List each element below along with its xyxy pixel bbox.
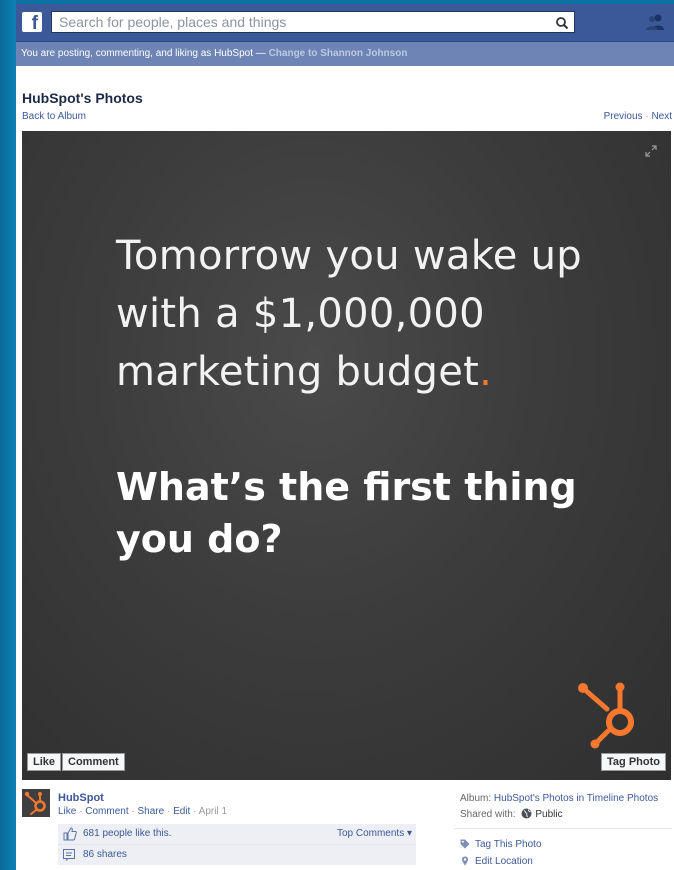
pagination-separator: ·: [645, 111, 649, 122]
tag-this-photo-label: Tag This Photo: [475, 839, 542, 850]
photo-text-headline: Tomorrow you wake up with a $1,000,000 m…: [116, 227, 596, 401]
next-link[interactable]: Next: [651, 111, 672, 122]
thumbs-up-icon: [63, 827, 77, 841]
window-frame-left: [0, 0, 16, 870]
poster-name-link[interactable]: HubSpot: [58, 792, 104, 804]
album-link[interactable]: HubSpot's Photos in Timeline Photos: [494, 793, 658, 804]
tag-icon: [460, 839, 470, 849]
album-label: Album:: [460, 793, 494, 804]
facebook-logo-icon[interactable]: f: [22, 12, 42, 32]
share-icon: [63, 849, 75, 861]
album-info: Album: HubSpot's Photos in Timeline Phot…: [460, 793, 658, 804]
photo-pagination: Previous · Next: [604, 111, 672, 122]
fullscreen-expand-icon[interactable]: [645, 145, 657, 157]
friend-requests-icon[interactable]: [644, 13, 666, 31]
shares-count-link[interactable]: 86 shares: [83, 849, 127, 860]
post-edit-link[interactable]: Edit: [173, 806, 190, 817]
post-share-link[interactable]: Share: [138, 806, 165, 817]
facebook-page: f You are posting, commenting, and likin…: [16, 4, 674, 870]
search-input[interactable]: [52, 12, 539, 32]
hubspot-avatar[interactable]: [22, 789, 50, 817]
photo-stage[interactable]: Tomorrow you wake up with a $1,000,000 m…: [22, 131, 671, 780]
previous-link[interactable]: Previous: [604, 111, 643, 122]
photo-headline-text: Tomorrow you wake up with a $1,000,000 m…: [116, 233, 582, 395]
search-icon[interactable]: [554, 15, 570, 31]
shares-summary: 86 shares: [58, 845, 416, 865]
post-like-link[interactable]: Like: [58, 806, 76, 817]
action-separator: ·: [128, 806, 138, 817]
likes-count-link[interactable]: 681 people like this.: [83, 828, 171, 839]
likes-summary: 681 people like this. Top Comments ▾: [58, 824, 416, 845]
post-actions: Like · Comment · Share · Edit · April 1: [58, 806, 227, 817]
top-comments-dropdown[interactable]: Top Comments ▾: [337, 828, 412, 839]
search-box[interactable]: [51, 11, 575, 33]
top-bluebar: f: [16, 4, 674, 42]
action-separator: ·: [164, 806, 174, 817]
post-comment-link[interactable]: Comment: [85, 806, 128, 817]
action-separator: ·: [190, 806, 199, 817]
photo-like-button[interactable]: Like: [27, 753, 62, 771]
hubspot-sprocket-logo-icon: [578, 682, 634, 749]
photo-text-question: What’s the first thing you do?: [116, 465, 577, 561]
action-separator: ·: [76, 806, 86, 817]
photo-headline-period: .: [479, 349, 493, 395]
acting-as-text: You are posting, commenting, and liking …: [21, 48, 269, 59]
switch-user-link[interactable]: Change to Shannon Johnson: [269, 48, 408, 59]
tag-this-photo-link[interactable]: Tag This Photo: [460, 839, 542, 850]
location-pin-icon: [462, 856, 468, 866]
shared-with-label: Shared with:: [460, 809, 519, 820]
acting-as-notice: You are posting, commenting, and liking …: [16, 42, 674, 66]
edit-location-link[interactable]: Edit Location: [460, 856, 533, 867]
post-date[interactable]: April 1: [199, 806, 227, 817]
tag-photo-button[interactable]: Tag Photo: [601, 753, 666, 771]
privacy-info: Shared with: Public: [460, 808, 563, 820]
album-title: HubSpot's Photos: [22, 90, 143, 106]
photo-comment-button[interactable]: Comment: [62, 753, 125, 771]
edit-location-label: Edit Location: [475, 856, 533, 867]
sidebar-divider: [454, 828, 672, 829]
privacy-value[interactable]: Public: [535, 809, 562, 820]
back-to-album-link[interactable]: Back to Album: [22, 111, 86, 122]
facebook-logo-letter: f: [31, 13, 38, 32]
globe-icon[interactable]: [521, 808, 532, 819]
